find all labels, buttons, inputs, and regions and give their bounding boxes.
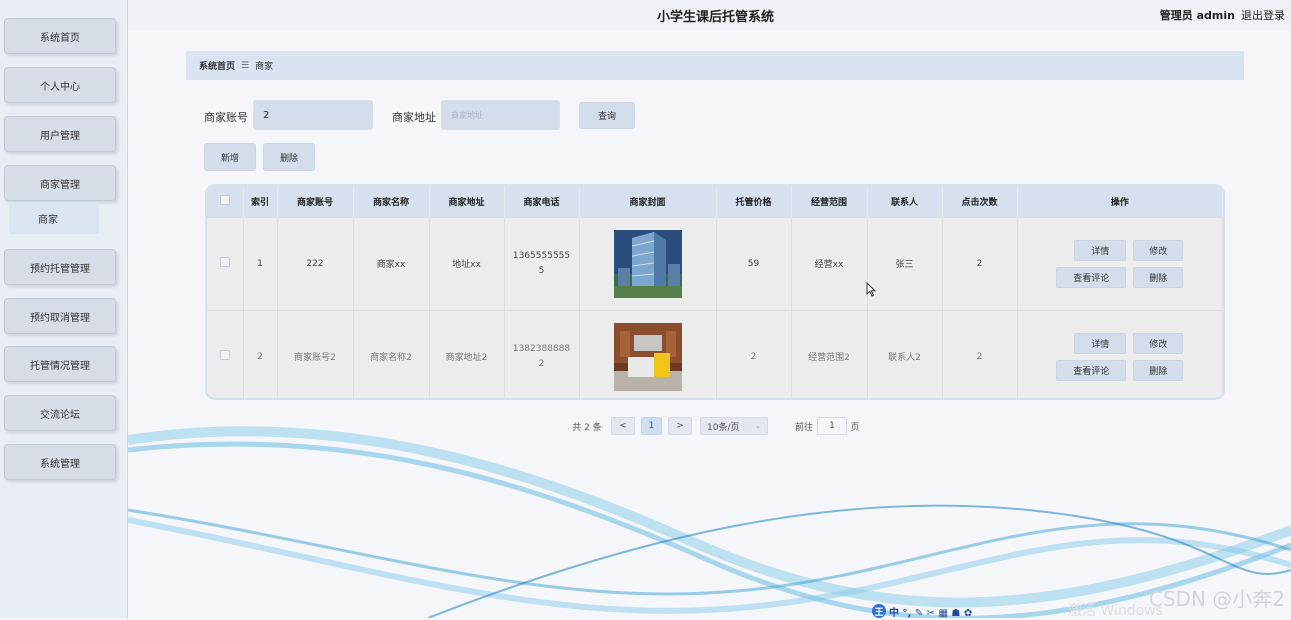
user-info: 管理员 admin 退出登录: [1160, 7, 1285, 23]
cell-name: 商家名称2: [353, 309, 430, 398]
breadcrumb-separator-icon: ☰: [241, 60, 250, 71]
header-address: 商家地址: [429, 186, 505, 217]
header-name: 商家名称: [353, 186, 430, 217]
cell-address: 地址xx: [429, 216, 505, 310]
cell-scope: 经营xx: [791, 216, 868, 310]
sidebar-item-system-management[interactable]: 系统管理: [4, 444, 116, 480]
pagination-total: 共 2 条: [572, 422, 602, 433]
chevron-down-icon: ⌄: [755, 422, 761, 430]
row-checkbox[interactable]: [207, 309, 244, 398]
ime-logo-icon[interactable]: 王: [872, 604, 886, 618]
edit-button[interactable]: 修改: [1133, 332, 1184, 354]
header-price: 托管价格: [716, 186, 792, 217]
ime-toolbar[interactable]: 王 中 °, ✎ ✂ ▦ ☗ ✿: [872, 604, 972, 619]
row-checkbox[interactable]: [207, 216, 244, 310]
app-title: 小学生课后托管系统: [657, 10, 775, 25]
goto-label: 前往: [794, 422, 813, 433]
sidebar: 系统首页 个人中心 用户管理 商家管理 商家 预约托管管理 预约取消管理 托管情…: [0, 0, 128, 618]
logout-link[interactable]: 退出登录: [1241, 9, 1285, 22]
header-account: 商家账号: [277, 186, 354, 217]
cell-phone: 13823888882: [504, 309, 580, 398]
merchant-table: 索引 商家账号 商家名称 商家地址 商家电话 商家封面 托管价格 经营范围 联系…: [205, 184, 1225, 400]
breadcrumb-home[interactable]: 系统首页: [199, 59, 235, 72]
view-comments-button[interactable]: 查看评论: [1056, 266, 1127, 288]
header-actions: 操作: [1017, 186, 1223, 217]
address-label: 商家地址: [392, 111, 436, 124]
lobby-cover-image: [613, 322, 682, 391]
sidebar-subitem-merchant[interactable]: 商家: [9, 202, 99, 234]
table-row: 1 222 商家xx 地址xx 13655555555 59 经营xx 张三 2…: [207, 216, 1223, 310]
sidebar-item-booking-management[interactable]: 预约托管管理: [4, 249, 116, 285]
cell-name: 商家xx: [353, 216, 430, 310]
cell-actions: 详情 修改 查看评论 删除: [1017, 309, 1223, 398]
cell-index: 2: [243, 309, 278, 398]
cell-price: 59: [716, 216, 792, 310]
sidebar-item-home[interactable]: 系统首页: [4, 18, 116, 54]
address-input[interactable]: [441, 100, 560, 130]
page-size-select[interactable]: 10条/页 ⌄: [700, 417, 768, 435]
sidebar-item-care-status-management[interactable]: 托管情况管理: [4, 346, 116, 382]
user-label: 管理员 admin: [1159, 9, 1235, 22]
sidebar-item-user-management[interactable]: 用户管理: [4, 116, 116, 152]
cell-clicks: 2: [942, 216, 1018, 310]
header-scope: 经营范围: [791, 186, 868, 217]
account-input[interactable]: [253, 100, 373, 130]
detail-button[interactable]: 详情: [1074, 239, 1127, 261]
view-comments-button[interactable]: 查看评论: [1056, 359, 1127, 381]
cell-contact: 联系人2: [867, 309, 943, 398]
pagination-prev-icon[interactable]: <: [611, 417, 635, 435]
wave-background: [128, 426, 1291, 618]
cell-address: 商家地址2: [429, 309, 505, 398]
header-clicks: 点击次数: [942, 186, 1018, 217]
detail-button[interactable]: 详情: [1074, 332, 1127, 354]
batch-delete-button[interactable]: 删除: [263, 143, 315, 171]
cell-price: 2: [716, 309, 792, 398]
edit-button[interactable]: 修改: [1133, 239, 1184, 261]
cell-clicks: 2: [942, 309, 1018, 398]
sidebar-item-forum[interactable]: 交流论坛: [4, 395, 116, 431]
header-index: 索引: [243, 186, 278, 217]
cell-account: 商家账号2: [277, 309, 354, 398]
goto-page-input[interactable]: 1: [817, 417, 847, 435]
breadcrumb-current: 商家: [255, 62, 274, 72]
cell-cover: [579, 309, 717, 398]
cell-account: 222: [277, 216, 354, 310]
sidebar-item-cancel-management[interactable]: 预约取消管理: [4, 298, 116, 334]
header-cover: 商家封面: [579, 186, 717, 217]
cell-cover: [579, 216, 717, 310]
pagination-page-1[interactable]: 1: [641, 417, 662, 435]
sidebar-item-personal-center[interactable]: 个人中心: [4, 67, 116, 103]
page-size-value: 10条/页: [707, 422, 740, 433]
table-row: 2 商家账号2 商家名称2 商家地址2 13823888882 2 经营范围2 …: [207, 309, 1223, 398]
delete-button[interactable]: 删除: [1133, 359, 1184, 381]
query-button[interactable]: 查询: [579, 102, 635, 129]
building-cover-image: [613, 229, 682, 298]
sidebar-item-merchant-management[interactable]: 商家管理: [4, 165, 116, 201]
cell-actions: 详情 修改 查看评论 删除: [1017, 216, 1223, 310]
select-all-checkbox[interactable]: [207, 186, 244, 217]
breadcrumb: 系统首页 ☰ 商家: [186, 51, 1244, 80]
csdn-watermark: CSDN @小奔2: [1148, 587, 1285, 611]
page-unit-label: 页: [850, 422, 860, 433]
cell-phone: 13655555555: [504, 216, 580, 310]
cell-index: 1: [243, 216, 278, 310]
mouse-cursor-icon: [866, 282, 876, 297]
table-header-row: 索引 商家账号 商家名称 商家地址 商家电话 商家封面 托管价格 经营范围 联系…: [207, 186, 1223, 217]
pagination-next-icon[interactable]: >: [668, 417, 692, 435]
delete-button[interactable]: 删除: [1133, 266, 1184, 288]
cell-contact: 张三: [867, 216, 943, 310]
header-phone: 商家电话: [504, 186, 580, 217]
top-header: 小学生课后托管系统 管理员 admin 退出登录: [127, 0, 1291, 30]
cell-scope: 经营范围2: [791, 309, 868, 398]
add-button[interactable]: 新增: [204, 143, 256, 171]
ime-glyphs[interactable]: 中 °, ✎ ✂ ▦ ☗ ✿: [889, 604, 972, 619]
account-label: 商家账号: [204, 111, 248, 124]
header-contact: 联系人: [867, 186, 943, 217]
